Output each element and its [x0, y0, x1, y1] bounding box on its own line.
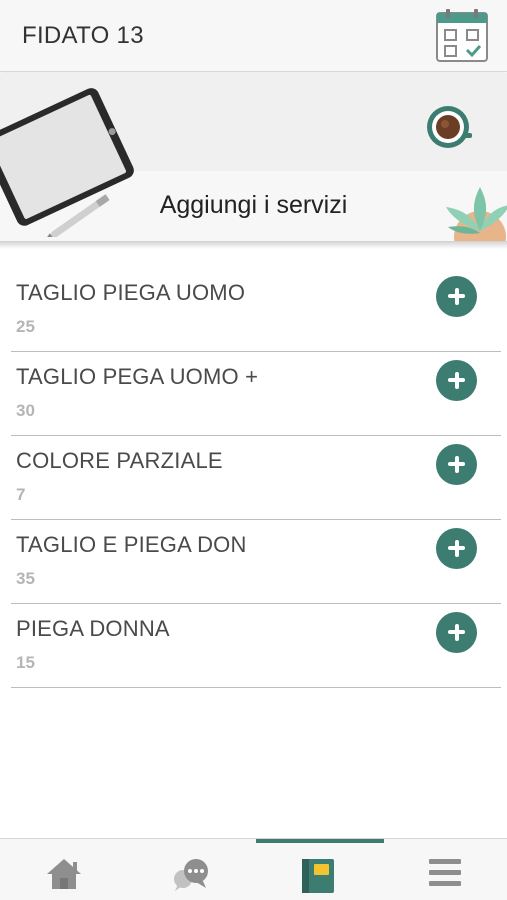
add-service-button[interactable] — [436, 528, 477, 569]
tab-chat[interactable] — [127, 839, 254, 900]
coffee-cup-icon — [427, 106, 472, 148]
page-title: FIDATO 13 — [22, 22, 144, 49]
app-header: FIDATO 13 — [0, 0, 507, 72]
add-service-button[interactable] — [436, 612, 477, 653]
service-price: 15 — [16, 653, 35, 672]
menu-icon — [428, 859, 461, 886]
services-list: TAGLIO PIEGA UOMO 25 TAGLIO PEGA UOMO + … — [11, 268, 501, 688]
list-item: TAGLIO PIEGA UOMO 25 — [11, 268, 501, 352]
chat-icon — [173, 859, 208, 891]
services-banner: Aggiungi i servizi — [0, 73, 507, 241]
service-price: 25 — [16, 317, 35, 336]
service-name: TAGLIO E PIEGA DON — [16, 532, 247, 557]
add-service-button[interactable] — [436, 444, 477, 485]
tab-menu[interactable] — [381, 839, 507, 900]
list-item: TAGLIO E PIEGA DON 35 — [11, 520, 501, 604]
calendar-check-icon[interactable] — [434, 8, 490, 64]
home-icon — [46, 859, 81, 889]
list-item: TAGLIO PEGA UOMO + 30 — [11, 352, 501, 436]
service-name: TAGLIO PEGA UOMO + — [16, 364, 259, 389]
list-item: COLORE PARZIALE 7 — [11, 436, 501, 520]
add-service-button[interactable] — [436, 276, 477, 317]
banner-shadow — [0, 241, 507, 249]
list-item: PIEGA DONNA 15 — [11, 604, 501, 688]
banner-subtitle: Aggiungi i servizi — [159, 191, 348, 219]
service-price: 35 — [16, 569, 35, 588]
service-name: PIEGA DONNA — [16, 616, 170, 641]
tab-home[interactable] — [0, 839, 127, 900]
bottom-nav — [0, 838, 507, 900]
notebook-icon — [301, 859, 334, 893]
service-price: 7 — [16, 485, 26, 504]
service-name: COLORE PARZIALE — [16, 448, 223, 473]
add-service-button[interactable] — [436, 360, 477, 401]
service-price: 30 — [16, 401, 35, 420]
service-name: TAGLIO PIEGA UOMO — [16, 280, 246, 305]
tab-notebook[interactable] — [254, 839, 381, 900]
